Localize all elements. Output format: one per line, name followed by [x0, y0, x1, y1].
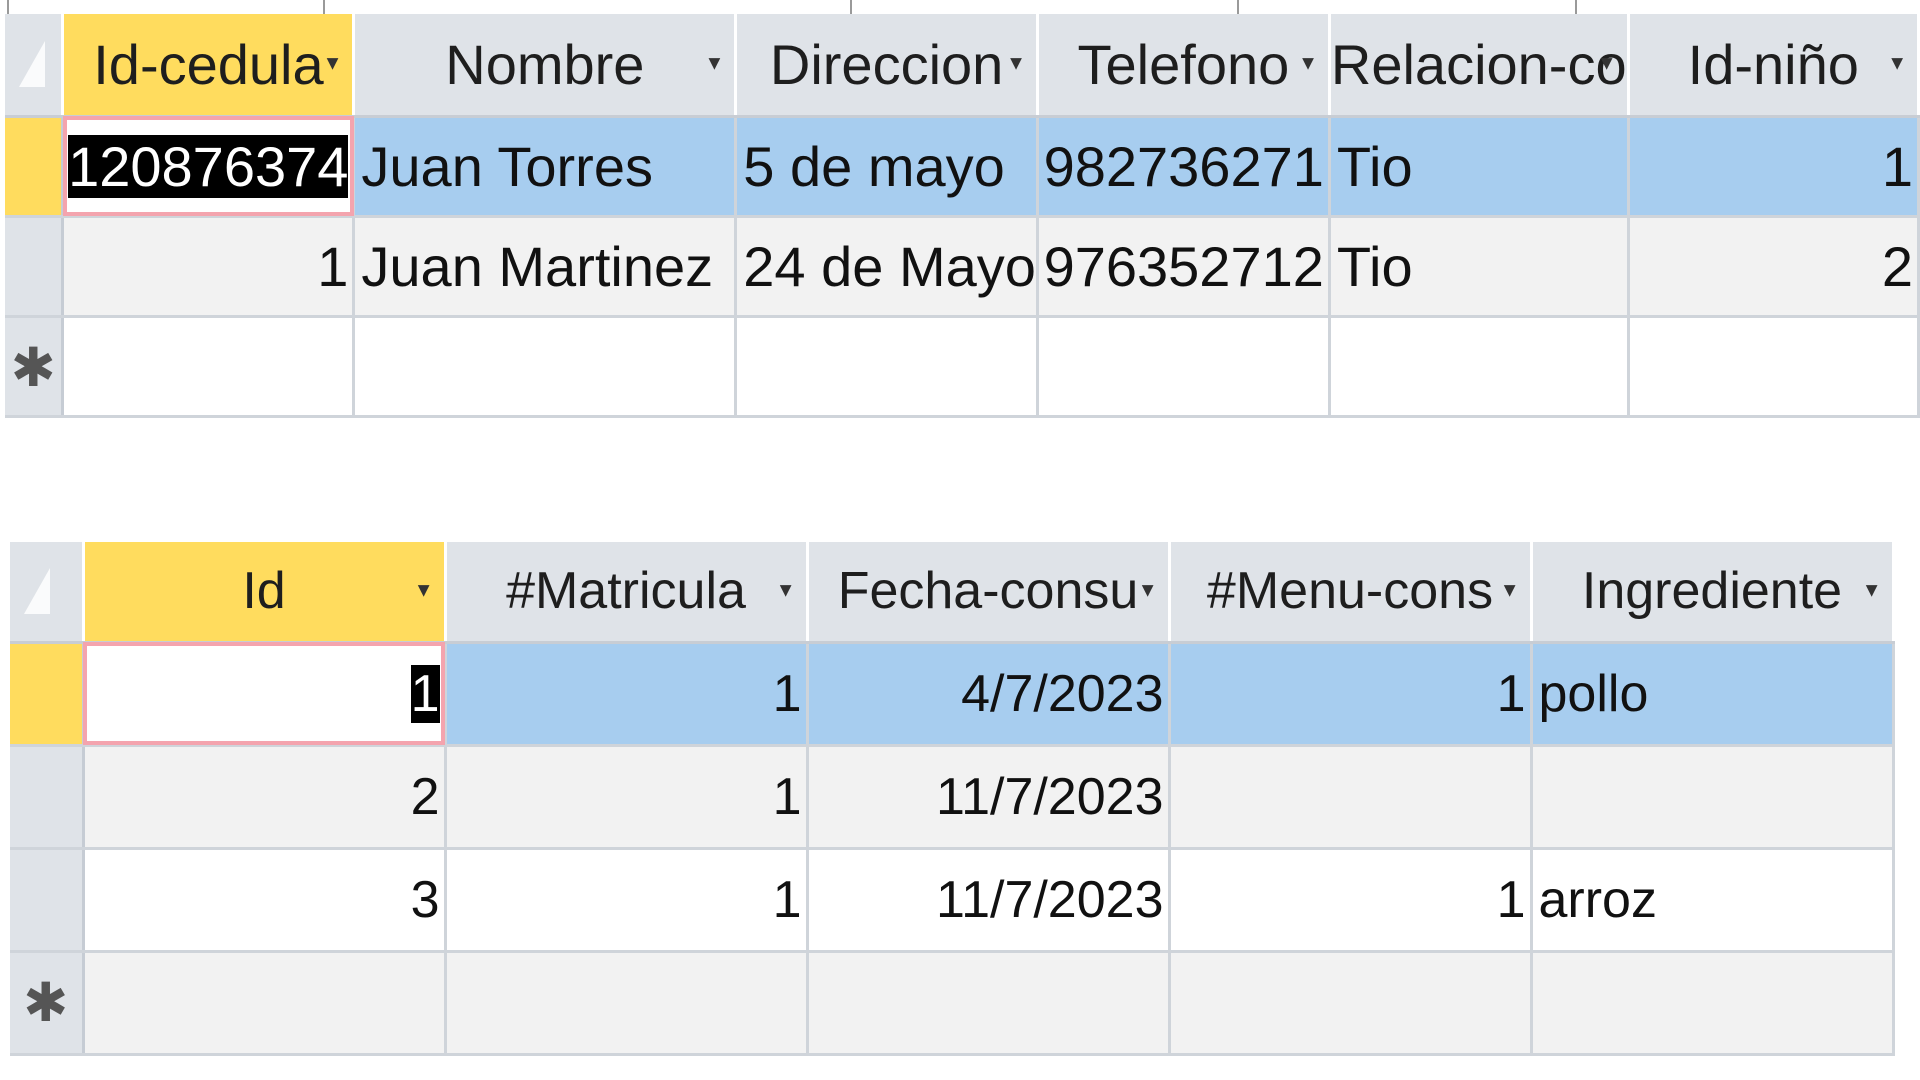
cell-matricula[interactable]: 1	[445, 848, 809, 953]
select-all-icon[interactable]	[5, 14, 65, 118]
column-header-fecha[interactable]: Fecha-consu ▼	[807, 542, 1171, 644]
dropdown-arrow-icon[interactable]: ▼	[1138, 580, 1158, 603]
cell-id[interactable]: 3	[83, 848, 447, 953]
cell-empty[interactable]	[1628, 316, 1920, 418]
asterisk-icon: ✱	[10, 337, 56, 398]
cell-empty[interactable]	[1169, 951, 1533, 1056]
cell-empty[interactable]	[1037, 316, 1331, 418]
record-selector[interactable]	[10, 848, 85, 953]
header-row: Id-cedula ▼ Nombre ▼ Direccion ▼ Telefono ▼ …	[5, 14, 1920, 118]
datasheet-acudientes: Id-cedula ▼ Nombre ▼ Direccion ▼ Telefono ▼ …	[5, 14, 1920, 418]
cell-relacion[interactable]: Tio	[1329, 116, 1630, 218]
cell-fecha[interactable]: 4/7/2023	[807, 642, 1171, 747]
dropdown-arrow-icon[interactable]: ▼	[1887, 53, 1907, 76]
dropdown-arrow-icon[interactable]: ▼	[414, 580, 434, 603]
cell-empty[interactable]	[83, 951, 447, 1056]
column-header-direccion[interactable]: Direccion ▼	[735, 14, 1039, 118]
record-selector[interactable]	[5, 116, 65, 218]
cell-id[interactable]: 2	[83, 745, 447, 850]
table-row[interactable]: 1 1 4/7/2023 1 pollo	[10, 642, 1895, 747]
asterisk-icon: ✱	[23, 973, 69, 1033]
cell-empty[interactable]	[735, 316, 1039, 418]
dropdown-arrow-icon[interactable]: ▼	[1500, 580, 1520, 603]
cell-ingrediente[interactable]: pollo	[1531, 642, 1895, 747]
record-selector[interactable]: ✱	[10, 951, 85, 1056]
record-selector[interactable]	[10, 745, 85, 850]
cell-menu[interactable]	[1169, 745, 1533, 850]
header-row: Id ▼ #Matricula ▼ Fecha-consu ▼ #Menu-cons ▼…	[10, 542, 1895, 644]
cell-matricula[interactable]: 1	[445, 745, 809, 850]
cell-direccion[interactable]: 5 de mayo	[735, 116, 1039, 218]
column-header-menu[interactable]: #Menu-cons ▼	[1169, 542, 1533, 644]
table-row[interactable]: 3 1 11/7/2023 1 arroz	[10, 848, 1895, 953]
column-header-id[interactable]: Id ▼	[83, 542, 447, 644]
record-selector[interactable]	[5, 216, 65, 318]
column-header-id-nino[interactable]: Id-niño ▼	[1628, 14, 1920, 118]
cell-id-cedula[interactable]: 1	[62, 216, 356, 318]
dropdown-arrow-icon[interactable]: ▼	[323, 53, 343, 76]
cell-telefono[interactable]: 976352712	[1037, 216, 1331, 318]
column-header-id-cedula[interactable]: Id-cedula ▼	[62, 14, 356, 118]
cell-menu[interactable]: 1	[1169, 642, 1533, 747]
column-header-ingrediente[interactable]: Ingrediente ▼	[1531, 542, 1895, 644]
cell-empty[interactable]	[62, 316, 356, 418]
column-header-matricula[interactable]: #Matricula ▼	[445, 542, 809, 644]
cell-id-nino[interactable]: 2	[1628, 216, 1920, 318]
cell-fecha[interactable]: 11/7/2023	[807, 745, 1171, 850]
cell-direccion[interactable]: 24 de Mayo	[735, 216, 1039, 318]
record-selector[interactable]	[10, 642, 85, 747]
column-header-nombre[interactable]: Nombre ▼	[353, 14, 738, 118]
cell-nombre[interactable]: Juan Martinez	[353, 216, 738, 318]
dropdown-arrow-icon[interactable]: ▼	[1597, 53, 1617, 76]
cell-ingrediente[interactable]: arroz	[1531, 848, 1895, 953]
cell-empty[interactable]	[445, 951, 809, 1056]
record-selector[interactable]: ✱	[5, 316, 65, 418]
cell-nombre[interactable]: Juan Torres	[353, 116, 738, 218]
new-record-row[interactable]: ✱	[10, 951, 1895, 1056]
cell-empty[interactable]	[1329, 316, 1630, 418]
dropdown-arrow-icon[interactable]: ▼	[1298, 53, 1318, 76]
cell-id-cedula[interactable]: 120876374	[62, 116, 356, 218]
dropdown-arrow-icon[interactable]: ▼	[704, 53, 724, 76]
column-header-relacion[interactable]: Relacion-co ▼	[1329, 14, 1630, 118]
column-header-telefono[interactable]: Telefono ▼	[1037, 14, 1331, 118]
cell-matricula[interactable]: 1	[445, 642, 809, 747]
cell-empty[interactable]	[1531, 951, 1895, 1056]
dropdown-arrow-icon[interactable]: ▼	[1006, 53, 1026, 76]
cell-empty[interactable]	[353, 316, 738, 418]
select-all-icon[interactable]	[10, 542, 85, 644]
cell-ingrediente[interactable]	[1531, 745, 1895, 850]
cell-menu[interactable]: 1	[1169, 848, 1533, 953]
cell-id[interactable]: 1	[83, 642, 447, 747]
table-row[interactable]: 120876374 Juan Torres 5 de mayo 98273627…	[5, 116, 1920, 218]
dropdown-arrow-icon[interactable]: ▼	[776, 580, 796, 603]
cell-id-nino[interactable]: 1	[1628, 116, 1920, 218]
new-record-row[interactable]: ✱	[5, 316, 1920, 418]
table-row[interactable]: 1 Juan Martinez 24 de Mayo 976352712 Tio…	[5, 216, 1920, 318]
cell-relacion[interactable]: Tio	[1329, 216, 1630, 318]
cell-empty[interactable]	[807, 951, 1171, 1056]
dropdown-arrow-icon[interactable]: ▼	[1862, 580, 1882, 603]
cell-fecha[interactable]: 11/7/2023	[807, 848, 1171, 953]
cell-telefono[interactable]: 982736271	[1037, 116, 1331, 218]
table-row[interactable]: 2 1 11/7/2023	[10, 745, 1895, 850]
datasheet-consumo: Id ▼ #Matricula ▼ Fecha-consu ▼ #Menu-cons ▼…	[10, 542, 1895, 1056]
